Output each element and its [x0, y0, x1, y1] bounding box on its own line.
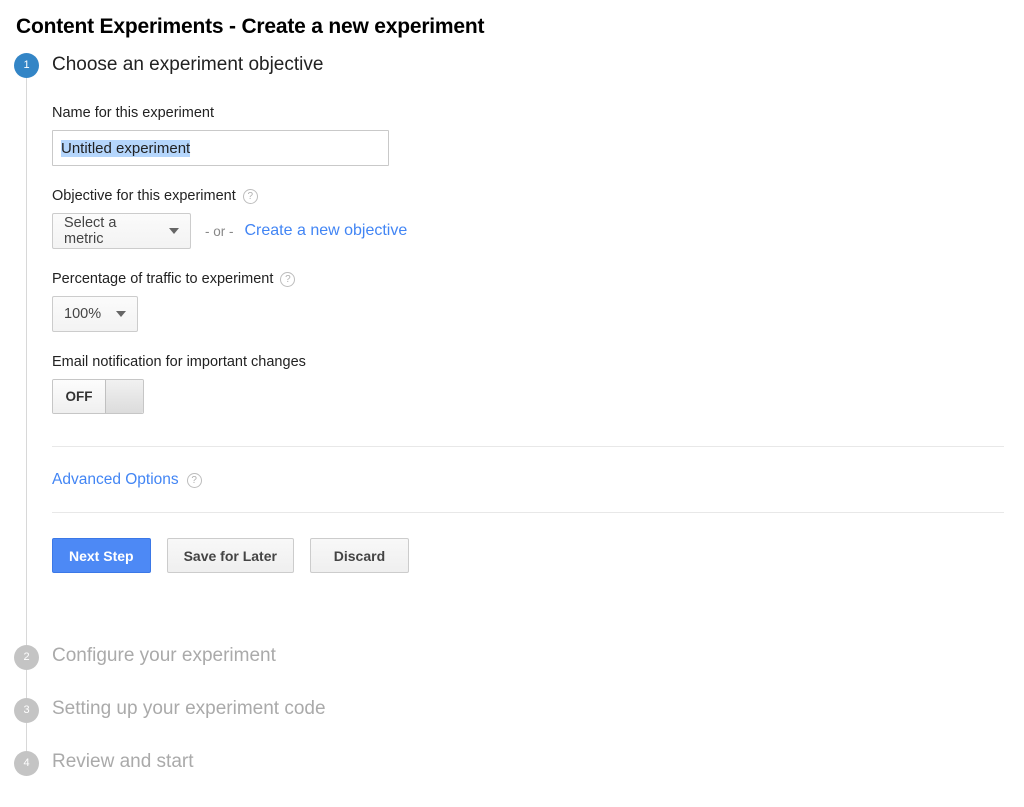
email-notification-label-text: Email notification for important changes [52, 354, 306, 370]
advanced-options-link[interactable]: Advanced Options [52, 471, 179, 489]
step-4-title[interactable]: Review and start [52, 751, 194, 773]
divider-top [52, 446, 1004, 447]
experiment-name-input[interactable] [52, 130, 389, 166]
email-notification-toggle-state: OFF [53, 380, 105, 413]
action-buttons: Next Step Save for Later Discard [52, 538, 1004, 573]
save-for-later-button[interactable]: Save for Later [166, 538, 294, 573]
name-field-group: Name for this experiment [52, 105, 1004, 166]
chevron-down-icon [116, 311, 126, 317]
page-title: Content Experiments - Create a new exper… [16, 15, 485, 38]
content-experiments-page: Content Experiments - Create a new exper… [0, 0, 1024, 807]
advanced-options-row[interactable]: Advanced Options ? [52, 471, 1004, 489]
objective-field-label-text: Objective for this experiment [52, 188, 236, 204]
objective-controls-row: Select a metric - or - Create a new obje… [52, 213, 1004, 249]
step-1-title[interactable]: Choose an experiment objective [52, 54, 323, 76]
objective-field-label: Objective for this experiment ? [52, 188, 1004, 204]
help-circle-icon[interactable]: ? [186, 472, 202, 488]
next-step-button[interactable]: Next Step [52, 538, 151, 573]
traffic-percentage-dropdown[interactable]: 100% [52, 296, 138, 332]
create-new-objective-link[interactable]: Create a new objective [245, 222, 408, 240]
help-circle-icon[interactable]: ? [242, 188, 258, 204]
step-2-title[interactable]: Configure your experiment [52, 645, 276, 667]
traffic-field-group: Percentage of traffic to experiment ? 10… [52, 271, 1004, 332]
step-1-badge: 1 [14, 53, 39, 78]
select-metric-dropdown-value: Select a metric [64, 215, 117, 247]
email-notification-toggle[interactable]: OFF [52, 379, 144, 414]
chevron-down-icon [169, 228, 179, 234]
traffic-field-label-text: Percentage of traffic to experiment [52, 271, 274, 287]
step-1-body: Name for this experiment Objective for t… [52, 105, 1004, 573]
or-separator-text: - or - [205, 223, 234, 239]
divider-bottom [52, 512, 1004, 513]
traffic-field-label: Percentage of traffic to experiment ? [52, 271, 1004, 287]
toggle-knob[interactable] [105, 380, 143, 413]
step-3-title[interactable]: Setting up your experiment code [52, 698, 326, 720]
select-metric-dropdown[interactable]: Select a metric [52, 213, 191, 249]
name-field-label-text: Name for this experiment [52, 105, 214, 121]
email-notification-group: Email notification for important changes… [52, 354, 1004, 414]
step-3-badge: 3 [14, 698, 39, 723]
name-field-label: Name for this experiment [52, 105, 1004, 121]
step-2-badge: 2 [14, 645, 39, 670]
traffic-percentage-value: 100% [64, 306, 102, 322]
help-circle-icon[interactable]: ? [280, 271, 296, 287]
step-4-badge: 4 [14, 751, 39, 776]
discard-button[interactable]: Discard [309, 538, 409, 573]
email-notification-label: Email notification for important changes [52, 354, 1004, 370]
objective-field-group: Objective for this experiment ? Select a… [52, 188, 1004, 249]
stepper-rail-1 [26, 75, 27, 645]
